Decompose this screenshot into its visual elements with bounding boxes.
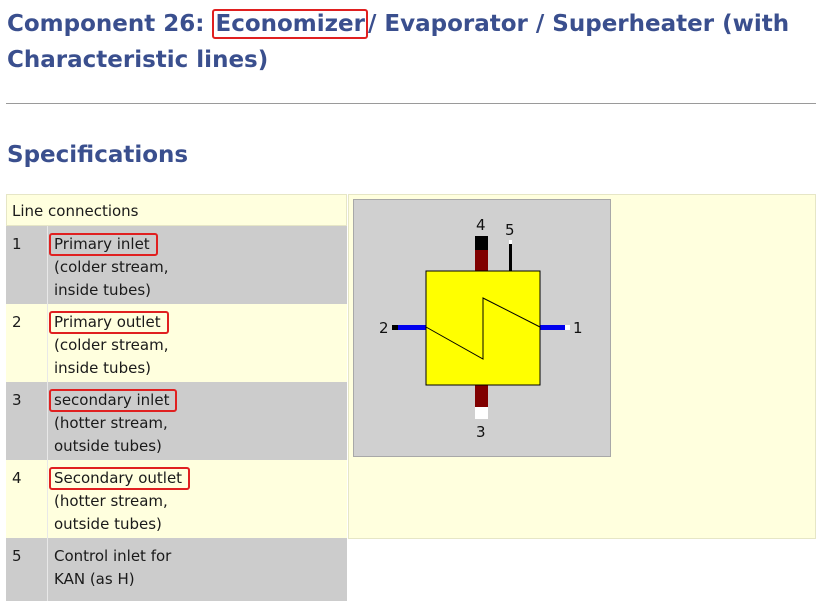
row-number: 5 xyxy=(6,538,48,601)
heat-exchanger-diagram: 4 5 2 1 3 xyxy=(379,216,583,441)
description-line: inside tubes) xyxy=(54,281,151,299)
connector-5-tip xyxy=(509,240,512,244)
connector-1-cap xyxy=(565,325,570,330)
description-line: (hotter stream, xyxy=(54,492,168,510)
description-line: (colder stream, xyxy=(54,336,169,354)
specifications-table: Line connections 4 5 2 1 3 1 Primary inl… xyxy=(6,194,816,601)
row-description: Secondary outlet (hotter stream, outside… xyxy=(49,467,344,536)
page-title: Component 26: Economizer / Evaporator / S… xyxy=(7,6,807,78)
divider xyxy=(6,103,816,104)
label-2: 2 xyxy=(379,319,389,337)
description-line: KAN (as H) xyxy=(54,570,135,588)
connection-name: Secondary outlet xyxy=(49,467,191,490)
description-line: inside tubes) xyxy=(54,359,151,377)
connector-3-line xyxy=(475,385,488,407)
row-description: Control inlet for KAN (as H) xyxy=(54,545,344,591)
connector-4-line xyxy=(475,250,488,271)
title-prefix: Component 26: xyxy=(7,11,213,37)
connector-1-line xyxy=(540,325,565,330)
table-row: 1 Primary inlet (colder stream, inside t… xyxy=(6,226,347,304)
description-line: (colder stream, xyxy=(54,258,169,276)
connector-2-cap xyxy=(392,325,398,330)
label-3: 3 xyxy=(476,423,486,441)
connector-5-line xyxy=(509,240,512,271)
title-highlight: Economizer xyxy=(212,9,368,39)
row-description: Primary outlet (colder stream, inside tu… xyxy=(49,311,344,380)
row-description: Primary inlet (colder stream, inside tub… xyxy=(49,233,344,302)
description-line: outside tubes) xyxy=(54,437,162,455)
description-line: (hotter stream, xyxy=(54,414,168,432)
component-diagram: 4 5 2 1 3 xyxy=(353,199,611,457)
connection-name: secondary inlet xyxy=(49,389,178,412)
connector-3-cap xyxy=(475,407,488,419)
connection-name: Control inlet for xyxy=(54,547,172,565)
table-row: 3 secondary inlet (hotter stream, outsid… xyxy=(6,382,347,460)
connector-4-cap xyxy=(475,236,488,250)
row-number: 1 xyxy=(6,226,48,304)
section-heading: Specifications xyxy=(7,142,189,168)
row-number: 2 xyxy=(6,304,48,382)
label-1: 1 xyxy=(573,319,583,337)
connector-2-line xyxy=(398,325,426,330)
label-5: 5 xyxy=(505,221,515,239)
connection-name: Primary outlet xyxy=(49,311,169,334)
row-description: secondary inlet (hotter stream, outside … xyxy=(49,389,344,458)
table-row: 2 Primary outlet (colder stream, inside … xyxy=(6,304,347,382)
table-header: Line connections xyxy=(6,194,347,226)
diagram-cell: 4 5 2 1 3 xyxy=(348,194,816,539)
label-4: 4 xyxy=(476,216,486,234)
connection-name: Primary inlet xyxy=(49,233,158,256)
row-number: 4 xyxy=(6,460,48,538)
table-row: 4 Secondary outlet (hotter stream, outsi… xyxy=(6,460,347,538)
table-row: 5 Control inlet for KAN (as H) xyxy=(6,538,347,601)
description-line: outside tubes) xyxy=(54,515,162,533)
row-number: 3 xyxy=(6,382,48,460)
